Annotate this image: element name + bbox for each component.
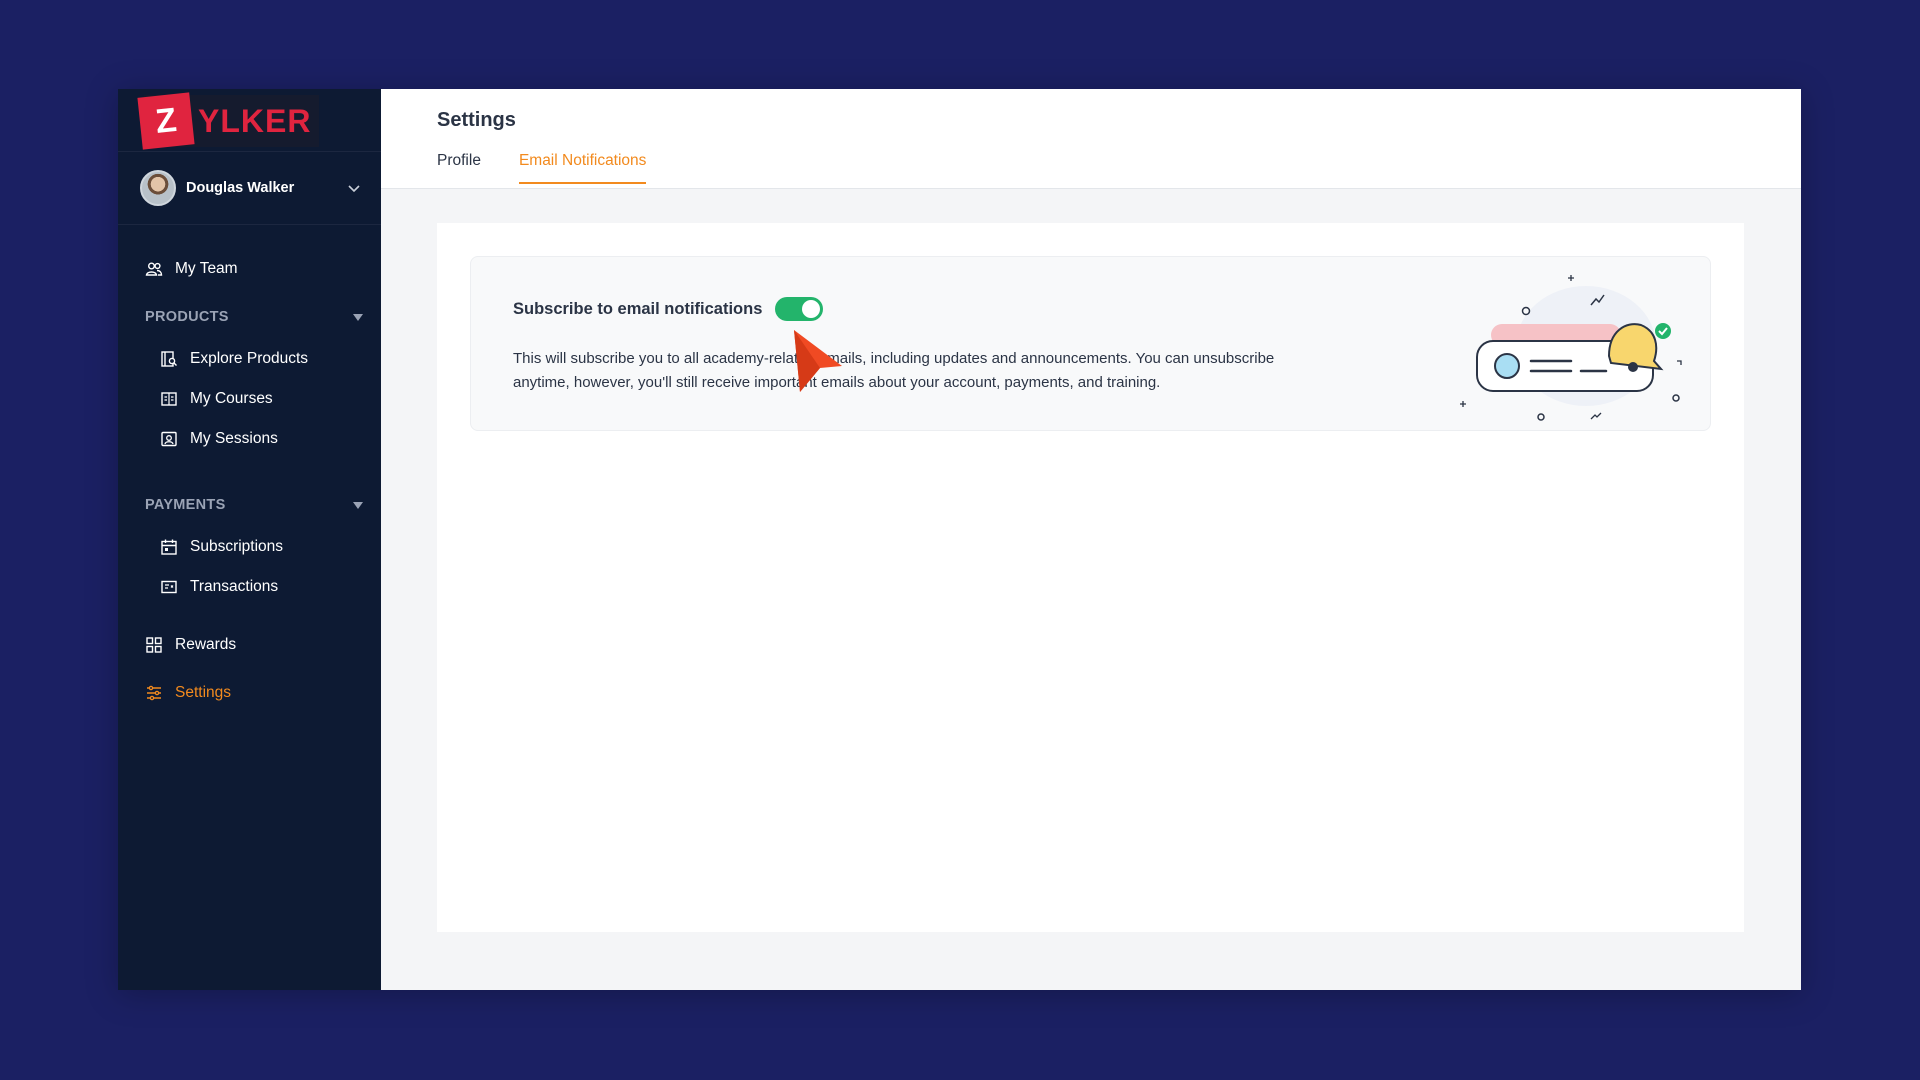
explore-icon [161, 351, 177, 367]
user-menu[interactable]: Douglas Walker [118, 151, 381, 225]
calendar-icon [161, 539, 177, 555]
sidebar-item-label: Subscriptions [190, 538, 284, 555]
sidebar-item-settings[interactable]: Settings [118, 673, 381, 713]
section-products[interactable]: PRODUCTS [118, 295, 381, 339]
sidebar-item-label: Rewards [175, 636, 237, 653]
section-label: PAYMENTS [145, 497, 226, 513]
sidebar-item-label: Settings [175, 684, 232, 701]
sidebar-item-explore-products[interactable]: Explore Products [118, 339, 381, 379]
sidebar-item-my-team[interactable]: My Team [118, 249, 381, 289]
grid-icon [146, 637, 162, 653]
sidebar-item-label: My Team [175, 260, 238, 277]
sidebar-item-subscriptions[interactable]: Subscriptions [118, 527, 381, 567]
sidebar-item-transactions[interactable]: Transactions [118, 567, 381, 607]
toggle-knob [802, 300, 821, 318]
logo-mark: Z [137, 92, 195, 150]
content-panel: Subscribe to email notifications This wi… [437, 223, 1744, 932]
user-name: Douglas Walker [186, 180, 295, 196]
subscribe-description: This will subscribe you to all academy-r… [513, 350, 1275, 391]
sidebar-item-label: My Courses [190, 390, 273, 407]
avatar [140, 170, 176, 206]
subscribe-row: Subscribe to email notifications [513, 297, 824, 321]
pointer-cursor-icon [794, 330, 842, 392]
email-notifications-toggle[interactable] [775, 297, 824, 321]
sidebar-item-rewards[interactable]: Rewards [118, 625, 381, 665]
section-payments[interactable]: PAYMENTS [118, 483, 381, 527]
tab-email-notifications[interactable]: Email Notifications [518, 152, 647, 184]
caret-down-icon [353, 313, 363, 321]
page-title: Settings [437, 109, 516, 131]
sidebar: Z YLKER Douglas Walker My Team PRODUCTS … [118, 89, 381, 990]
brand: Z YLKER [118, 89, 381, 151]
team-icon [145, 262, 163, 276]
sessions-icon [161, 431, 177, 447]
transactions-icon [161, 580, 177, 594]
email-notifications-card: Subscribe to email notifications This wi… [470, 256, 1711, 431]
settings-tabs: Profile Email Notifications [437, 152, 1801, 184]
sliders-icon [147, 685, 161, 701]
main-area: Settings Profile Email Notifications Sub… [381, 89, 1801, 990]
sidebar-item-my-sessions[interactable]: My Sessions [118, 419, 381, 459]
chevron-down-icon [348, 185, 360, 193]
zylker-logo[interactable]: Z YLKER [137, 92, 320, 150]
sidebar-item-my-courses[interactable]: My Courses [118, 379, 381, 419]
sidebar-nav: My Team PRODUCTS Explore Products My Cou… [118, 225, 381, 713]
courses-icon [161, 392, 177, 406]
sidebar-item-label: Transactions [190, 578, 279, 595]
app-window: Z YLKER Douglas Walker My Team PRODUCTS … [118, 89, 1801, 990]
logo-wordmark: YLKER [198, 102, 312, 139]
notification-bell-illustration [1460, 275, 1682, 421]
page-header: Settings Profile Email Notifications [381, 89, 1801, 189]
tab-profile[interactable]: Profile [437, 152, 481, 184]
sidebar-item-label: Explore Products [190, 350, 309, 367]
subscribe-label: Subscribe to email notifications [513, 299, 763, 318]
caret-down-icon [353, 501, 363, 509]
sidebar-item-label: My Sessions [190, 430, 278, 447]
section-label: PRODUCTS [145, 309, 229, 325]
